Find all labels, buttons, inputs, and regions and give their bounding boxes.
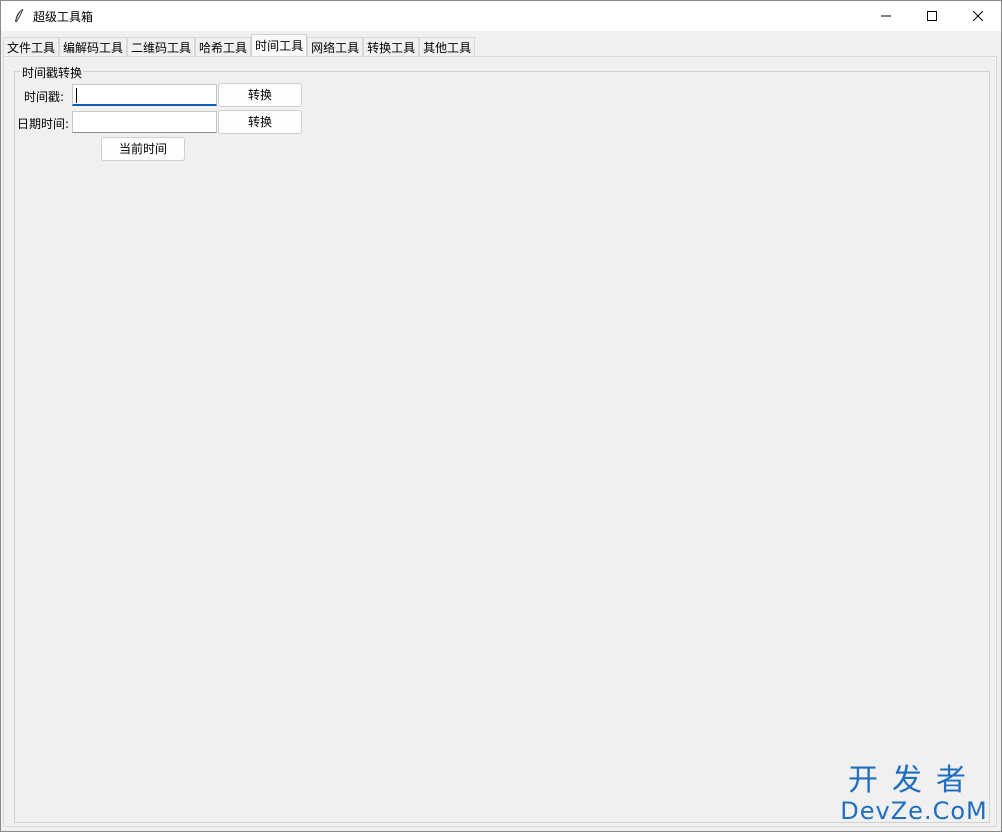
app-window: 超级工具箱 文件工具 编解码工具 二维码工具 哈希工具 时间工具 网络工具 转换…: [0, 0, 1002, 832]
tab-codec-tools[interactable]: 编解码工具: [59, 37, 128, 57]
minimize-icon: [881, 15, 891, 17]
maximize-icon: [927, 11, 937, 21]
tab-network-tools[interactable]: 网络工具: [307, 37, 364, 57]
watermark-line2: DevZe.CoM: [840, 797, 988, 825]
maximize-button[interactable]: [909, 1, 955, 31]
close-button[interactable]: [955, 1, 1001, 31]
timestamp-convert-button[interactable]: 转换: [218, 83, 302, 107]
tab-other-tools[interactable]: 其他工具: [419, 37, 476, 57]
tab-convert-tools[interactable]: 转换工具: [363, 37, 420, 57]
minimize-button[interactable]: [863, 1, 909, 31]
text-caret: [76, 88, 77, 103]
tab-time-tools[interactable]: 时间工具: [251, 34, 308, 57]
feather-icon: [11, 8, 27, 24]
title-bar[interactable]: 超级工具箱: [1, 1, 1001, 31]
group-title: 时间戳转换: [20, 64, 85, 81]
time-tools-panel: 时间戳转换 时间戳: 转换 日期时间: 转换 当前时间: [3, 56, 997, 827]
current-time-button[interactable]: 当前时间: [101, 137, 185, 161]
tab-qrcode-tools[interactable]: 二维码工具: [127, 37, 196, 57]
datetime-input[interactable]: [72, 111, 217, 133]
window-title: 超级工具箱: [33, 9, 94, 24]
timestamp-groupbox: 时间戳转换 时间戳: 转换 日期时间: 转换 当前时间: [14, 64, 990, 823]
watermark-logo: 开发者 DevZe.CoM: [839, 763, 989, 826]
datetime-label: 日期时间:: [17, 117, 70, 131]
tab-hash-tools[interactable]: 哈希工具: [195, 37, 252, 57]
tab-file-tools[interactable]: 文件工具: [3, 37, 60, 57]
timestamp-label: 时间戳:: [24, 90, 65, 104]
watermark-line1: 开发者: [848, 763, 980, 798]
close-icon: [973, 11, 983, 21]
tab-bar: 文件工具 编解码工具 二维码工具 哈希工具 时间工具 网络工具 转换工具 其他工…: [3, 34, 476, 57]
timestamp-input[interactable]: [72, 84, 217, 106]
datetime-convert-button[interactable]: 转换: [218, 110, 302, 134]
